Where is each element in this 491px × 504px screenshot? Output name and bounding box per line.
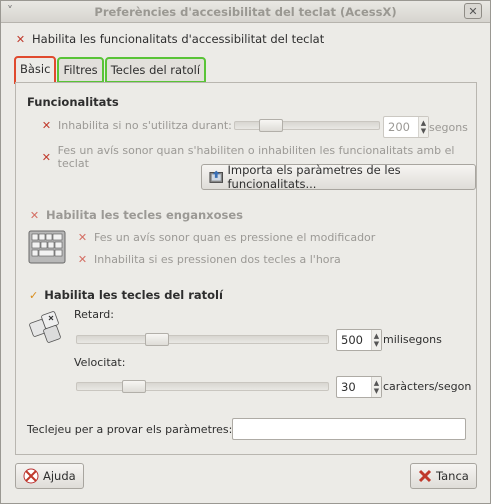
mouse-keys-icon <box>29 311 61 343</box>
checkbox-x-icon: ✕ <box>29 208 40 222</box>
close-icon <box>418 469 432 483</box>
delay-spinner[interactable]: 500 ▲ ▼ <box>336 329 382 351</box>
title-bar: ˅ Preferències d'accesibilitat del tecla… <box>1 1 490 23</box>
spinner-arrows-icon[interactable]: ▲ ▼ <box>371 330 381 350</box>
disable-two-keys-checkbox[interactable]: ✕ Inhabilita si es pressionen dos tecles… <box>77 253 341 266</box>
enable-accessibility-checkbox[interactable]: ✕ Habilita les funcionalitats d'accessib… <box>15 32 324 46</box>
spinner-arrows-icon[interactable]: ▲ ▼ <box>371 377 381 397</box>
import-settings-button[interactable]: Importa els paràmetres de les funcionali… <box>201 163 476 191</box>
speed-spinner[interactable]: 30 ▲ ▼ <box>336 376 382 398</box>
slider-knob[interactable] <box>145 333 169 346</box>
window-close-button[interactable]: ✕ <box>464 3 482 19</box>
beep-modifier-checkbox[interactable]: ✕ Fes un avís sonor quan es pressione el… <box>77 231 375 244</box>
checkbox-x-icon: ✕ <box>41 119 52 132</box>
import-icon <box>209 170 224 183</box>
test-label: Teclejeu per a provar els paràmetres: <box>27 423 233 436</box>
mouse-keys-label: Habilita les tecles del ratolí <box>44 288 223 302</box>
delay-value[interactable]: 500 <box>337 333 371 347</box>
speed-unit: caràcters/segon <box>383 380 472 393</box>
checkbox-x-icon: ✕ <box>77 253 88 266</box>
sticky-keys-checkbox[interactable]: ✕ Habilita les tecles enganxoses <box>29 208 243 222</box>
disable-unused-spinner[interactable]: 200 ▲ ▼ <box>383 116 429 138</box>
disable-unused-unit: segons <box>429 121 468 134</box>
checkbox-check-icon: ✓ <box>29 288 39 302</box>
disable-unused-slider[interactable] <box>234 119 380 132</box>
test-input[interactable] <box>232 418 466 440</box>
help-button[interactable]: Ajuda <box>15 463 84 489</box>
import-button-label: Importa els paràmetres de les funcionali… <box>227 163 401 191</box>
help-button-label: Ajuda <box>43 469 76 483</box>
tab-basic[interactable]: Bàsic <box>13 56 57 84</box>
checkbox-x-icon: ✕ <box>41 150 51 164</box>
features-section-title: Funcionalitats <box>27 95 119 109</box>
window-title: Preferències d'accesibilitat del teclat … <box>94 5 397 19</box>
keyboard-icon <box>28 230 66 264</box>
help-icon <box>23 468 39 484</box>
spinner-arrows-icon[interactable]: ▲ ▼ <box>418 117 428 137</box>
delay-unit: milisegons <box>383 333 442 346</box>
close-button-label: Tanca <box>436 469 469 483</box>
slider-knob[interactable] <box>122 380 146 393</box>
sticky-keys-label: Habilita les tecles enganxoses <box>46 208 243 222</box>
delay-slider[interactable] <box>76 333 329 346</box>
checkbox-x-icon: ✕ <box>77 231 88 244</box>
basic-tab-panel: Funcionalitats ✕ Inhabilita si no s'util… <box>15 82 477 455</box>
enable-accessibility-label: Habilita les funcionalitats d'accessibil… <box>32 32 325 46</box>
speed-label: Velocitat: <box>74 356 126 369</box>
disable-unused-checkbox[interactable]: ✕ Inhabilita si no s'utilitza durant: <box>41 119 232 132</box>
slider-knob[interactable] <box>259 119 283 132</box>
preferences-window: ˅ Preferències d'accesibilitat del tecla… <box>0 0 491 504</box>
delay-label: Retard: <box>74 308 114 321</box>
tab-filters[interactable]: Filtres <box>57 57 104 83</box>
tab-bar: Bàsic Filtres Tecles del ratolí <box>13 56 207 84</box>
beep-modifier-label: Fes un avís sonor quan es pressione el m… <box>94 231 376 244</box>
speed-value[interactable]: 30 <box>337 380 371 394</box>
speed-slider[interactable] <box>76 380 329 393</box>
close-button[interactable]: Tanca <box>410 463 477 489</box>
disable-two-keys-label: Inhabilita si es pressionen dos tecles a… <box>94 253 341 266</box>
disable-unused-value[interactable]: 200 <box>384 120 418 134</box>
checkbox-x-icon: ✕ <box>15 32 26 46</box>
close-icon: ✕ <box>468 4 478 18</box>
tab-mouse-keys[interactable]: Tecles del ratolí <box>104 57 207 83</box>
disable-unused-label: Inhabilita si no s'utilitza durant: <box>58 119 232 132</box>
mouse-keys-checkbox[interactable]: ✓ Habilita les tecles del ratolí <box>29 288 223 302</box>
